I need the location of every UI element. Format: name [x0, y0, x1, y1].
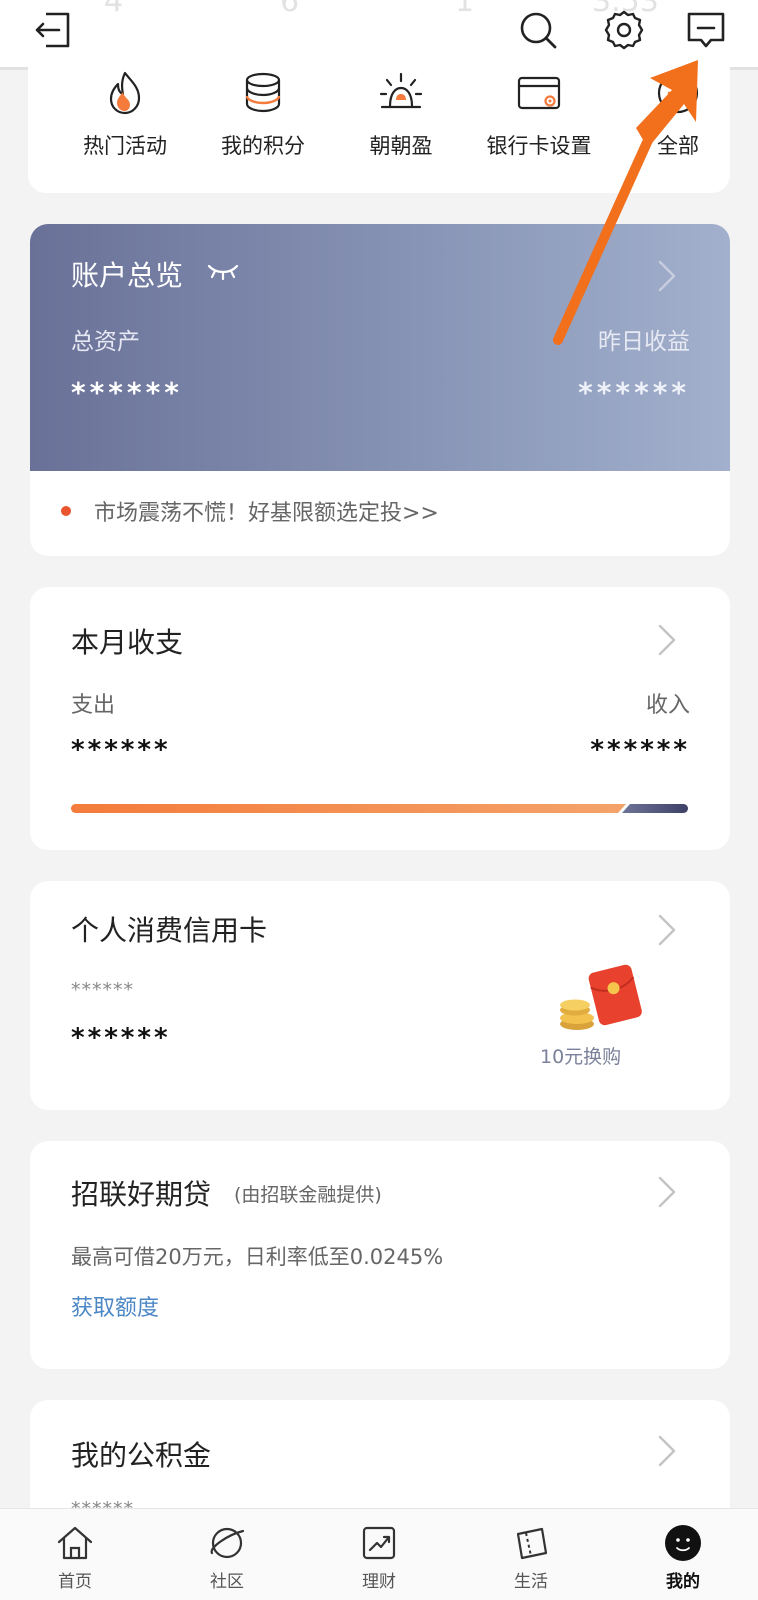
account-overview-title: 账户总览 — [71, 259, 184, 292]
income-value: ****** — [590, 735, 690, 765]
chevron-right-icon — [658, 1435, 676, 1467]
nav-label: 理财 — [362, 1572, 396, 1592]
home-icon — [57, 1526, 93, 1560]
get-quota-link[interactable]: 获取额度 — [71, 1290, 159, 1322]
trend-chart-icon — [362, 1526, 396, 1560]
chevron-right-icon — [658, 1176, 676, 1208]
chevron-right-icon — [658, 624, 676, 656]
loan-card[interactable]: 招联好期贷 (由招联金融提供) 最高可借20万元，日利率低至0.0245% 获取… — [30, 1141, 730, 1369]
quick-item-bank-card-settings[interactable]: 银行卡设置 — [469, 70, 609, 160]
yesterday-earnings-label: 昨日收益 — [598, 329, 690, 355]
market-dot — [61, 506, 71, 516]
yesterday-earnings-value: ****** — [578, 376, 690, 409]
sunrise-icon — [379, 72, 423, 109]
market-banner-text: 市场震荡不慌！好基限额选定投>> — [94, 501, 439, 526]
header-ghost-number: 4 — [104, 0, 124, 19]
quick-item-label: 我的积分 — [221, 134, 305, 158]
account-overview-card[interactable]: 账户总览 总资产 昨日收益 ****** ****** — [30, 224, 730, 471]
quick-item-label: 银行卡设置 — [486, 134, 592, 158]
all-icon — [657, 72, 699, 114]
quick-item-hot-activities[interactable]: 热门活动 — [55, 70, 195, 160]
avatar-icon — [665, 1525, 701, 1561]
flame-icon — [109, 71, 141, 115]
credit-card-number: ****** — [71, 979, 134, 1001]
quick-item-points[interactable]: 我的积分 — [193, 70, 333, 160]
income-label: 收入 — [645, 693, 690, 718]
ticket-icon — [516, 1527, 548, 1560]
chevron-right-icon — [658, 914, 676, 946]
nav-label: 首页 — [58, 1572, 92, 1592]
logout-icon[interactable] — [30, 8, 74, 52]
settings-icon[interactable] — [602, 8, 646, 52]
loan-description: 最高可借20万元，日利率低至0.0245% — [71, 1245, 444, 1269]
quick-item-label: 朝朝盈 — [369, 134, 433, 158]
bank-card-icon — [517, 76, 561, 110]
quick-item-zhaozhaoying[interactable]: 朝朝盈 — [331, 70, 471, 160]
nav-label: 生活 — [514, 1572, 548, 1592]
credit-card-title: 个人消费信用卡 — [71, 914, 268, 947]
coins-stack-icon — [245, 72, 281, 113]
planet-icon — [210, 1527, 245, 1559]
header-ghost-number: 6 — [280, 0, 300, 19]
nav-item-life[interactable]: 生活 — [491, 1523, 571, 1592]
bottom-nav: 首页 社区 理财 生活 我的 — [0, 1508, 758, 1600]
promo-label: 10元换购 — [540, 1046, 622, 1068]
monthly-title: 本月收支 — [71, 626, 184, 659]
market-banner[interactable]: 市场震荡不慌！好基限额选定投>> — [30, 471, 730, 556]
housing-fund-title: 我的公积金 — [71, 1439, 212, 1472]
credit-card-card[interactable]: 个人消费信用卡 ****** ****** 10元换购 — [30, 881, 730, 1110]
credit-card-amount: ****** — [71, 1023, 171, 1053]
total-assets-label: 总资产 — [71, 329, 140, 355]
nav-item-wealth[interactable]: 理财 — [339, 1523, 419, 1592]
nav-item-community[interactable]: 社区 — [187, 1523, 267, 1592]
message-icon[interactable] — [684, 8, 728, 52]
balance-progress-bar — [71, 804, 688, 813]
header-ghost-number: 1 — [455, 0, 475, 19]
search-icon[interactable] — [516, 8, 560, 52]
quick-item-all[interactable]: 全部 — [608, 70, 730, 160]
eye-closed-icon[interactable] — [206, 260, 240, 282]
expense-value: ****** — [71, 735, 171, 765]
loan-title: 招联好期贷 — [71, 1178, 212, 1211]
expense-bar-segment — [71, 804, 626, 813]
quick-item-label: 全部 — [657, 134, 699, 158]
nav-item-home[interactable]: 首页 — [35, 1523, 115, 1592]
expense-label: 支出 — [71, 693, 116, 718]
nav-label: 社区 — [210, 1572, 244, 1592]
total-assets-value: ****** — [71, 376, 183, 409]
quick-menu: 热门活动 我的积分 朝朝盈 银行卡设置 全部 — [28, 55, 730, 193]
nav-label: 我的 — [666, 1572, 700, 1592]
quick-item-label: 热门活动 — [83, 134, 167, 158]
nav-item-mine[interactable]: 我的 — [643, 1523, 723, 1592]
loan-provider: (由招联金融提供) — [234, 1184, 382, 1206]
chevron-right-icon — [658, 260, 676, 292]
red-envelope-icon[interactable] — [557, 960, 645, 1036]
monthly-balance-card[interactable]: 本月收支 支出 收入 ****** ****** — [30, 587, 730, 850]
income-bar-segment — [622, 804, 688, 813]
